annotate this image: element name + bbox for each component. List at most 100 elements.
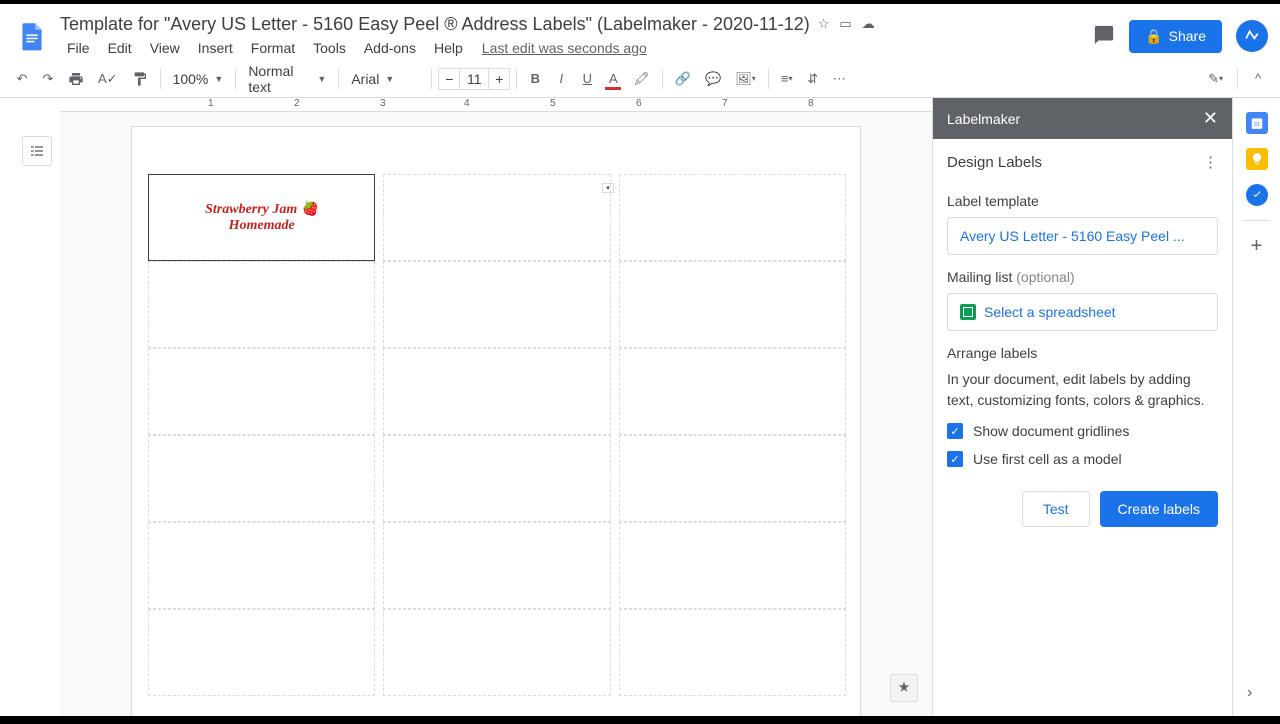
calendar-icon[interactable]: 31 — [1246, 112, 1268, 134]
keep-icon[interactable] — [1246, 148, 1268, 170]
more-button[interactable]: ⋯ — [827, 66, 852, 92]
optional-label: (optional) — [1016, 269, 1074, 285]
ruler-tick: 4 — [464, 98, 470, 109]
ruler-tick: 5 — [550, 98, 556, 109]
side-panel: 31 + › — [1232, 98, 1280, 716]
outline-toggle-button[interactable] — [22, 136, 52, 166]
sidebar-title: Labelmaker — [947, 111, 1020, 127]
label-cell[interactable] — [383, 348, 610, 435]
line-spacing-button[interactable]: ⇵ — [801, 66, 825, 92]
label-cell[interactable] — [383, 522, 610, 609]
last-edit-link[interactable]: Last edit was seconds ago — [482, 37, 647, 59]
label-cell[interactable] — [619, 174, 846, 261]
ruler-tick: 6 — [636, 98, 642, 109]
horizontal-ruler[interactable]: 1 2 3 4 5 6 7 8 — [60, 98, 932, 112]
ruler-tick: 1 — [208, 98, 214, 109]
menu-tools[interactable]: Tools — [306, 37, 353, 59]
menu-help[interactable]: Help — [427, 37, 470, 59]
font-size-decrease[interactable]: − — [438, 68, 460, 90]
menu-file[interactable]: File — [60, 37, 97, 59]
menu-format[interactable]: Format — [244, 37, 302, 59]
paint-format-button[interactable] — [126, 66, 154, 92]
tasks-icon[interactable] — [1246, 184, 1268, 206]
font-select[interactable]: Arial▼ — [345, 67, 425, 91]
label-cell[interactable] — [619, 348, 846, 435]
gridlines-checkbox[interactable]: ✓ — [947, 423, 963, 439]
first-cell-checkbox[interactable]: ✓ — [947, 451, 963, 467]
menu-bar: File Edit View Insert Format Tools Add-o… — [60, 37, 1093, 59]
insert-image-button[interactable]: 🖼▾ — [729, 66, 762, 92]
document-page[interactable]: ▾ Strawberry Jam 🍓 Homemade — [131, 126, 861, 716]
cloud-status-icon[interactable]: ☁ — [862, 16, 875, 32]
label-cell[interactable] — [619, 435, 846, 522]
star-icon[interactable]: ☆ — [818, 16, 830, 32]
italic-button[interactable]: I — [549, 66, 573, 91]
label-cell[interactable] — [148, 261, 375, 348]
arrange-help-text: In your document, edit labels by adding … — [947, 369, 1218, 411]
lock-icon: 🔒 — [1145, 28, 1162, 45]
paragraph-style-select[interactable]: Normal text▼ — [242, 59, 332, 99]
move-icon[interactable]: ▭ — [839, 16, 851, 32]
user-avatar[interactable] — [1236, 20, 1268, 52]
first-cell-label: Use first cell as a model — [973, 451, 1122, 467]
create-labels-button[interactable]: Create labels — [1100, 491, 1219, 527]
align-button[interactable]: ≡▾ — [775, 66, 799, 91]
bold-button[interactable]: B — [523, 66, 547, 91]
label-cell[interactable] — [383, 609, 610, 696]
select-spreadsheet-label: Select a spreadsheet — [984, 304, 1116, 320]
ruler-tick: 7 — [722, 98, 728, 109]
label-cell[interactable] — [619, 522, 846, 609]
more-options-icon[interactable]: ⋮ — [1203, 153, 1218, 171]
document-title[interactable]: Template for "Avery US Letter - 5160 Eas… — [60, 14, 810, 35]
label-cell[interactable] — [148, 348, 375, 435]
toolbar: ↶ ↷ A✓ 100%▼ Normal text▼ Arial▼ − 11 + … — [0, 60, 1280, 98]
comment-history-icon[interactable] — [1093, 24, 1115, 49]
text-color-button[interactable]: A — [601, 66, 625, 91]
menu-edit[interactable]: Edit — [101, 37, 139, 59]
insert-link-button[interactable]: 🔗 — [669, 66, 697, 92]
ruler-tick: 2 — [294, 98, 300, 109]
label-cell[interactable] — [383, 435, 610, 522]
label-cell[interactable] — [148, 522, 375, 609]
font-size-input[interactable]: 11 — [459, 68, 489, 90]
share-label: Share — [1169, 28, 1206, 44]
add-addon-icon[interactable]: + — [1246, 235, 1268, 257]
label-cell[interactable] — [619, 261, 846, 348]
test-button[interactable]: Test — [1022, 491, 1090, 527]
menu-view[interactable]: View — [143, 37, 187, 59]
mailing-list-heading: Mailing list — [947, 269, 1012, 285]
label-line-2: Homemade — [229, 218, 295, 234]
collapse-toolbar-button[interactable]: ^ — [1246, 66, 1270, 91]
label-cell[interactable] — [148, 435, 375, 522]
label-line-1: Strawberry Jam 🍓 — [205, 201, 318, 218]
redo-button[interactable]: ↷ — [36, 66, 60, 92]
svg-text:31: 31 — [1253, 122, 1259, 128]
label-cell[interactable] — [383, 261, 610, 348]
spellcheck-button[interactable]: A✓ — [92, 66, 124, 92]
select-spreadsheet-button[interactable]: Select a spreadsheet — [947, 293, 1218, 331]
label-cell[interactable] — [383, 174, 610, 261]
font-size-increase[interactable]: + — [488, 68, 510, 90]
sheets-icon — [960, 304, 976, 320]
zoom-select[interactable]: 100%▼ — [167, 67, 230, 91]
collapse-panel-icon[interactable]: › — [1247, 684, 1252, 702]
share-button[interactable]: 🔒 Share — [1129, 20, 1222, 53]
highlight-button[interactable]: 🖍 — [627, 66, 656, 92]
insert-comment-button[interactable]: 💬 — [699, 66, 727, 92]
editing-mode-button[interactable]: ✎▾ — [1202, 66, 1229, 92]
label-cell-active[interactable]: Strawberry Jam 🍓 Homemade — [148, 174, 375, 261]
template-value: Avery US Letter - 5160 Easy Peel ... — [960, 228, 1185, 244]
underline-button[interactable]: U — [575, 66, 599, 91]
labelmaker-sidebar: Labelmaker ✕ Design Labels ⋮ Label templ… — [932, 98, 1232, 716]
docs-logo-icon[interactable] — [12, 16, 52, 56]
label-cell[interactable] — [619, 609, 846, 696]
label-cell[interactable] — [148, 609, 375, 696]
template-select[interactable]: Avery US Letter - 5160 Easy Peel ... — [947, 217, 1218, 255]
explore-button[interactable] — [890, 674, 918, 702]
menu-insert[interactable]: Insert — [191, 37, 240, 59]
design-labels-heading: Design Labels — [947, 154, 1042, 171]
close-icon[interactable]: ✕ — [1203, 108, 1218, 129]
print-button[interactable] — [62, 66, 90, 92]
menu-addons[interactable]: Add-ons — [357, 37, 423, 59]
undo-button[interactable]: ↶ — [10, 66, 34, 92]
